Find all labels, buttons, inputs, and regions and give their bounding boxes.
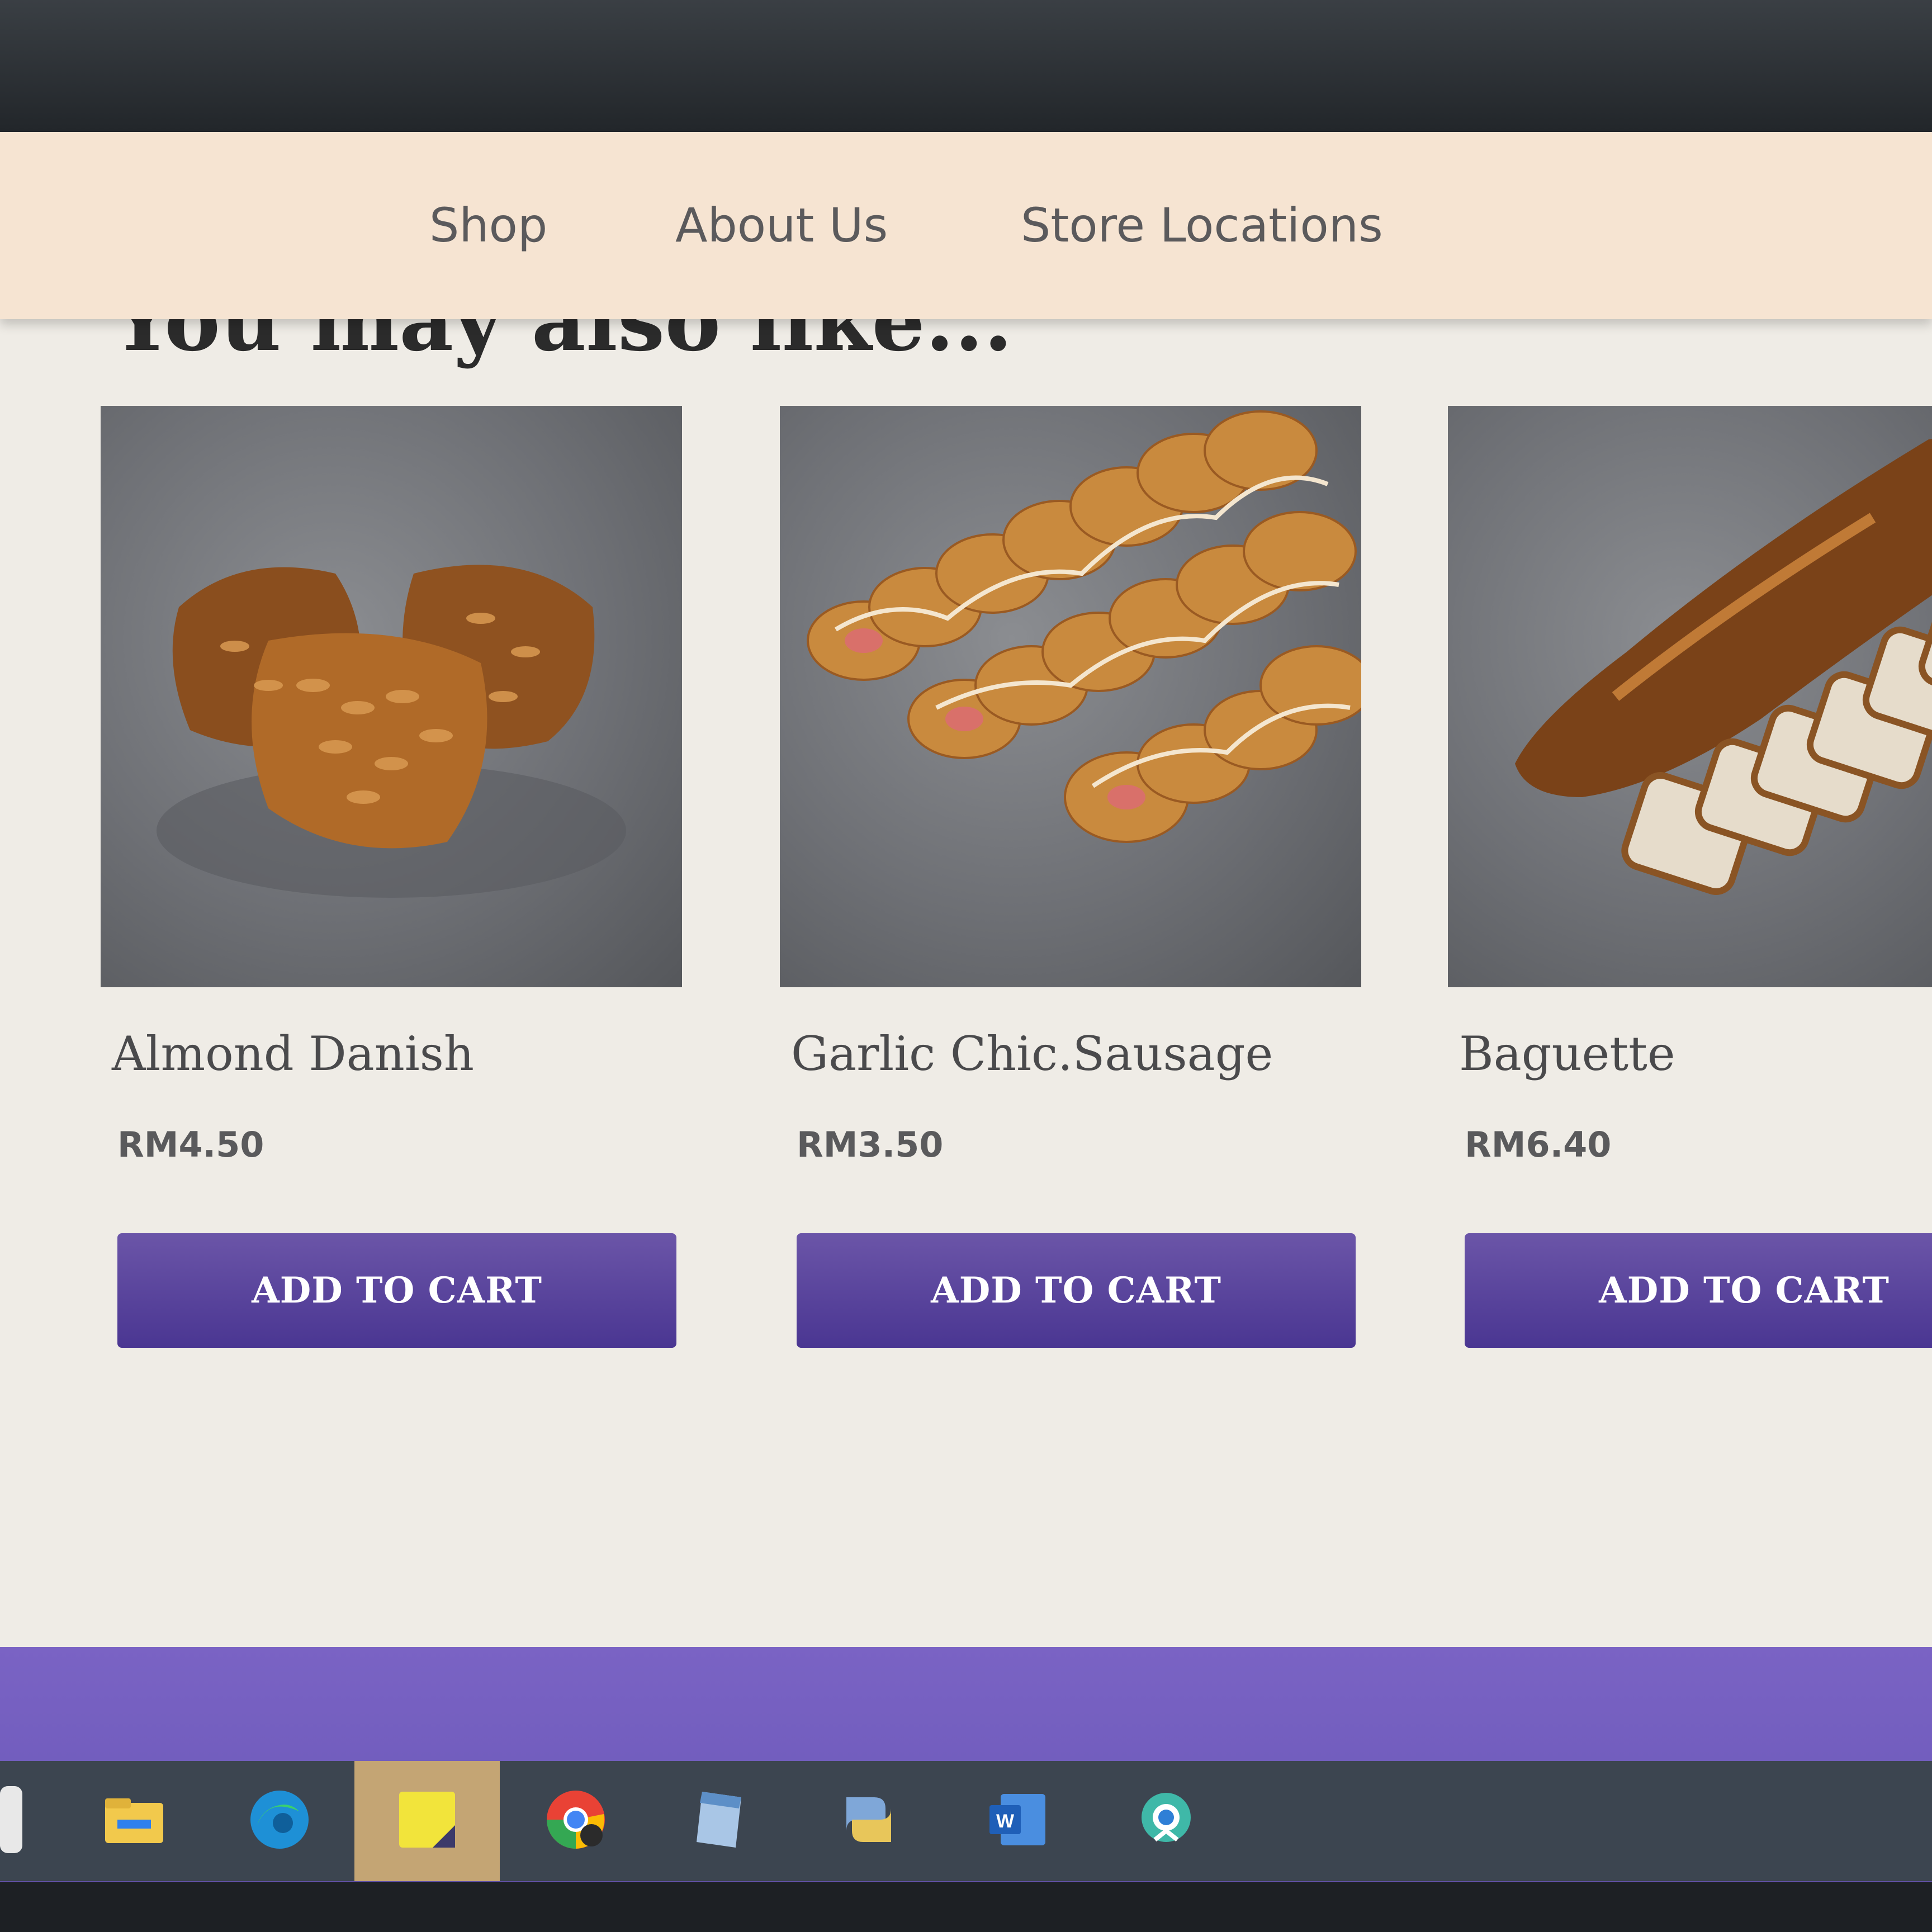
product-name[interactable]: Garlic Chic.Sausage <box>791 1026 1273 1081</box>
notepad-icon[interactable] <box>685 1786 752 1853</box>
file-explorer-icon[interactable] <box>101 1786 168 1853</box>
nav-about-us[interactable]: About Us <box>675 198 888 253</box>
edge-icon[interactable] <box>246 1786 313 1853</box>
monitor-bezel-top <box>0 0 1932 132</box>
product-name[interactable]: Almond Danish <box>112 1026 474 1081</box>
svg-text:W: W <box>996 1811 1015 1832</box>
product-image-garlic-chic-sausage[interactable] <box>780 406 1361 987</box>
product-card: Almond Danish RM4.50 ADD TO CART <box>101 406 682 1356</box>
baguette-picture <box>1515 439 1932 895</box>
add-to-cart-button[interactable]: ADD TO CART <box>797 1233 1356 1348</box>
product-card: Baguette RM6.40 ADD TO CART <box>1448 406 1932 1356</box>
product-price: RM6.40 <box>1465 1124 1612 1165</box>
product-image-almond-danish[interactable] <box>101 406 682 987</box>
task-view-icon[interactable] <box>0 1786 22 1853</box>
monitor-bezel-bottom <box>0 1882 1932 1932</box>
product-name[interactable]: Baguette <box>1459 1026 1675 1081</box>
browser-viewport: You may also like... Shop About Us Store… <box>0 132 1932 1882</box>
nav-store-locations[interactable]: Store Locations <box>1021 198 1383 253</box>
chrome-icon[interactable] <box>542 1786 609 1853</box>
sticky-notes-icon[interactable] <box>394 1786 461 1853</box>
add-to-cart-button[interactable]: ADD TO CART <box>117 1233 676 1348</box>
word-icon[interactable]: W <box>984 1786 1051 1853</box>
python-icon[interactable] <box>835 1786 902 1853</box>
product-card: Garlic Chic.Sausage RM3.50 ADD TO CART <box>780 406 1361 1356</box>
windows-taskbar: W <box>0 1761 1932 1881</box>
nav-shop[interactable]: Shop <box>429 198 547 253</box>
product-price: RM4.50 <box>117 1124 264 1165</box>
product-price: RM3.50 <box>797 1124 944 1165</box>
add-to-cart-button[interactable]: ADD TO CART <box>1465 1233 1932 1348</box>
app-icon[interactable] <box>1133 1786 1200 1853</box>
product-image-baguette[interactable] <box>1448 406 1932 987</box>
garlic-sausage-bun-picture <box>807 410 1361 843</box>
almond-danish-picture <box>157 565 626 898</box>
top-navbar: Shop About Us Store Locations <box>0 132 1932 319</box>
